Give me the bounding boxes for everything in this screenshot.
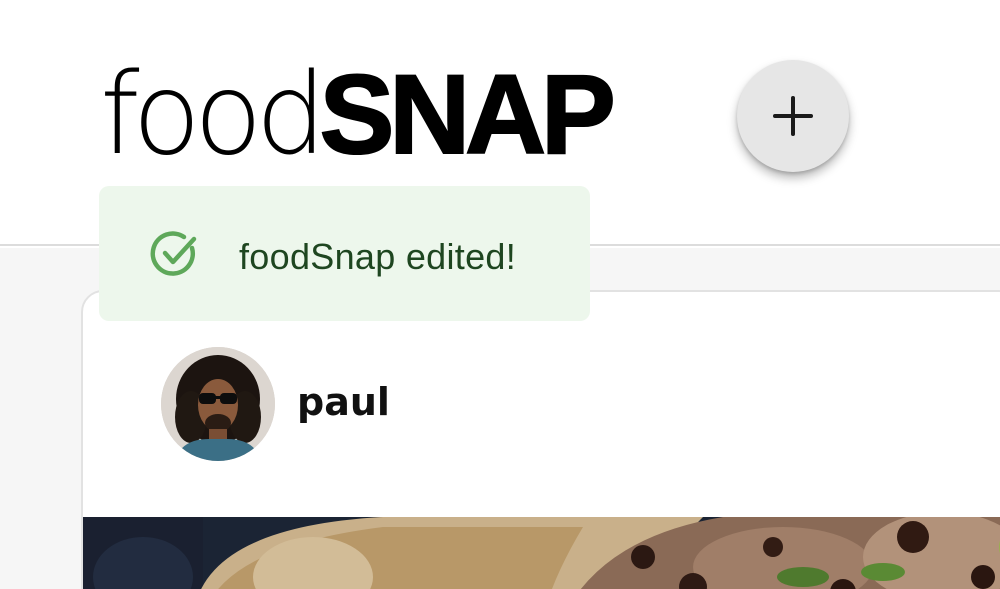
avatar[interactable]	[161, 347, 275, 461]
food-photo	[83, 517, 1000, 589]
plus-icon	[773, 96, 813, 136]
logo-bold-text: SNAP	[319, 52, 617, 177]
success-toast: foodSnap edited!	[99, 186, 590, 321]
add-foodsnap-button[interactable]	[737, 60, 849, 172]
user-avatar-image	[161, 347, 275, 461]
logo-light-text: food	[100, 50, 327, 180]
toast-message: foodSnap edited!	[239, 236, 517, 277]
post-card[interactable]: paul	[81, 290, 1000, 589]
app-logo[interactable]: foodSNAP	[100, 52, 617, 177]
food-image[interactable]	[83, 517, 1000, 589]
check-circle-icon	[150, 231, 197, 276]
post-username[interactable]: paul	[297, 380, 390, 424]
